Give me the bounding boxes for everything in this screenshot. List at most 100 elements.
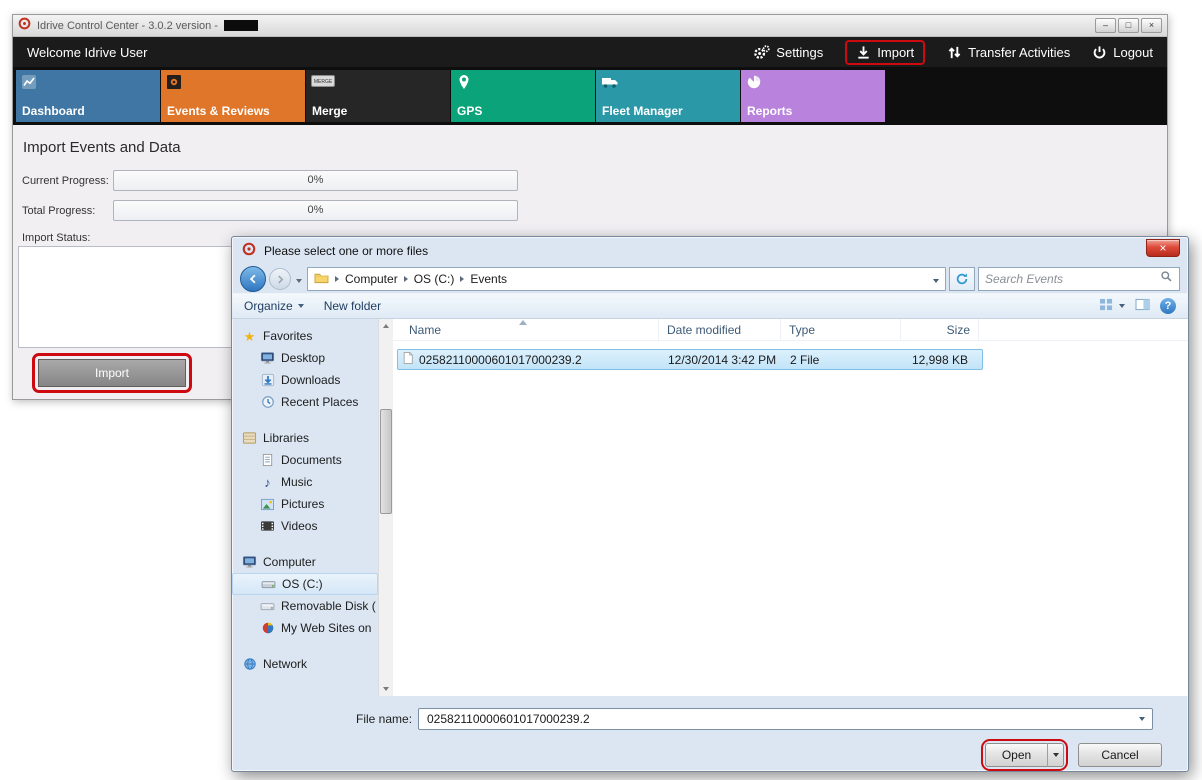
forward-button[interactable]	[269, 268, 291, 290]
sidebar-item-label: My Web Sites on	[281, 621, 371, 635]
file-row[interactable]: 02582110000601017000239.2 12/30/2014 3:4…	[397, 349, 983, 370]
tile-reports[interactable]: Reports	[741, 70, 885, 122]
minimize-button[interactable]: –	[1095, 18, 1116, 33]
sidebar-item-label: Downloads	[281, 373, 340, 387]
breadcrumb: Computer OS (C:) Events	[307, 267, 946, 291]
sidebar-item-recent-places[interactable]: Recent Places	[232, 391, 378, 413]
breadcrumb-separator-icon	[404, 276, 408, 282]
file-date-modified: 12/30/2014 3:42 PM	[660, 353, 782, 367]
scroll-down-button[interactable]	[379, 682, 393, 696]
command-bar: Organize New folder	[232, 293, 1188, 319]
sidebar-item-os-c[interactable]: OS (C:)	[232, 573, 378, 595]
power-icon	[1092, 45, 1107, 60]
window-title: Idrive Control Center - 3.0.2 version -	[37, 20, 218, 32]
breadcrumb-item-events[interactable]: Events	[470, 272, 507, 286]
tile-label: Reports	[747, 104, 792, 118]
column-header-size[interactable]: Size	[901, 319, 979, 341]
close-button[interactable]: ×	[1141, 18, 1162, 33]
folder-icon	[314, 271, 329, 287]
refresh-button[interactable]	[949, 267, 975, 291]
scrollbar-thumb[interactable]	[380, 409, 392, 514]
tile-label: Events & Reviews	[167, 104, 270, 118]
tile-merge[interactable]: MERGE Merge	[306, 70, 450, 122]
file-name: 02582110000601017000239.2	[419, 353, 582, 367]
dialog-close-button[interactable]: ×	[1146, 239, 1180, 257]
address-dropdown-button[interactable]	[933, 272, 939, 286]
sidebar-item-label: Desktop	[281, 351, 325, 365]
recent-pages-dropdown[interactable]	[296, 270, 302, 288]
sidebar-separator	[232, 639, 378, 653]
sidebar-group-libraries[interactable]: Libraries	[232, 427, 378, 449]
tile-gps[interactable]: GPS	[451, 70, 595, 122]
window-titlebar: Idrive Control Center - 3.0.2 version - …	[13, 15, 1167, 37]
sidebar-separator	[232, 537, 378, 551]
cancel-button[interactable]: Cancel	[1078, 743, 1162, 767]
settings-button[interactable]: Settings	[753, 45, 823, 60]
tile-events-reviews[interactable]: Events & Reviews	[161, 70, 305, 122]
picture-icon	[260, 498, 275, 511]
downloads-icon	[260, 373, 275, 387]
import-icon	[856, 45, 871, 60]
back-button[interactable]	[240, 266, 266, 292]
breadcrumb-separator-icon	[460, 276, 464, 282]
gps-pin-icon	[456, 74, 472, 95]
network-globe-icon	[242, 657, 257, 671]
sidebar-item-label: Removable Disk (	[281, 599, 376, 613]
sidebar-group-network[interactable]: Network	[232, 653, 378, 675]
sidebar-item-label: Music	[281, 475, 312, 489]
sidebar-item-pictures[interactable]: Pictures	[232, 493, 378, 515]
computer-icon	[242, 555, 257, 569]
help-button[interactable]: ?	[1160, 298, 1176, 314]
truck-icon	[601, 74, 619, 94]
logout-button[interactable]: Logout	[1092, 45, 1153, 60]
breadcrumb-separator-icon	[335, 276, 339, 282]
import-button[interactable]: Import	[38, 359, 186, 387]
tile-fleet-manager[interactable]: Fleet Manager	[596, 70, 740, 122]
tile-dashboard[interactable]: Dashboard	[16, 70, 160, 122]
import-status-label: Import Status:	[22, 232, 90, 244]
sidebar-group-favorites[interactable]: ★ Favorites	[232, 325, 378, 347]
sidebar-scrollbar[interactable]	[378, 319, 393, 696]
column-header-filler	[979, 319, 1188, 341]
sidebar-item-documents[interactable]: Documents	[232, 449, 378, 471]
new-folder-button[interactable]: New folder	[324, 299, 381, 313]
sidebar-item-removable-disk[interactable]: Removable Disk (	[232, 595, 378, 617]
sidebar-item-videos[interactable]: Videos	[232, 515, 378, 537]
sidebar-item-label: Pictures	[281, 497, 324, 511]
transfer-activities-button[interactable]: Transfer Activities	[947, 45, 1070, 60]
open-dropdown-button[interactable]	[1047, 743, 1064, 767]
maximize-button[interactable]: □	[1118, 18, 1139, 33]
sidebar-group-computer[interactable]: Computer	[232, 551, 378, 573]
views-grid-icon	[1099, 298, 1114, 314]
views-button[interactable]	[1099, 298, 1125, 314]
organize-menu-button[interactable]: Organize	[244, 299, 304, 313]
sidebar-item-my-web-sites[interactable]: My Web Sites on	[232, 617, 378, 639]
chevron-down-icon	[298, 304, 304, 308]
settings-label: Settings	[776, 45, 823, 60]
new-folder-label: New folder	[324, 299, 381, 313]
sidebar-item-music[interactable]: ♪ Music	[232, 471, 378, 493]
file-name-dropdown-button[interactable]	[1133, 710, 1150, 728]
file-icon	[402, 351, 414, 368]
dialog-footer: File name: Open Cancel	[232, 696, 1188, 773]
preview-pane-icon	[1135, 298, 1150, 314]
sidebar-item-label: Documents	[281, 453, 342, 467]
dashboard-chart-icon	[21, 74, 37, 95]
file-size: 12,998 KB	[900, 353, 976, 367]
sidebar-item-desktop[interactable]: Desktop	[232, 347, 378, 369]
breadcrumb-item-os-c[interactable]: OS (C:)	[414, 272, 455, 286]
total-progress-label: Total Progress:	[22, 205, 95, 217]
breadcrumb-item-computer[interactable]: Computer	[345, 272, 398, 286]
sidebar-item-downloads[interactable]: Downloads	[232, 369, 378, 391]
scroll-up-button[interactable]	[379, 319, 393, 333]
web-sites-icon	[260, 621, 275, 635]
address-bar: Computer OS (C:) Events	[232, 265, 1188, 293]
import-button-header[interactable]: Import	[856, 45, 914, 60]
open-button[interactable]: Open	[985, 743, 1047, 767]
logout-label: Logout	[1113, 45, 1153, 60]
column-header-type[interactable]: Type	[781, 319, 901, 341]
search-input[interactable]	[985, 272, 1160, 286]
file-name-input[interactable]	[427, 712, 1133, 726]
preview-pane-button[interactable]	[1135, 298, 1150, 314]
column-header-date-modified[interactable]: Date modified	[659, 319, 781, 341]
